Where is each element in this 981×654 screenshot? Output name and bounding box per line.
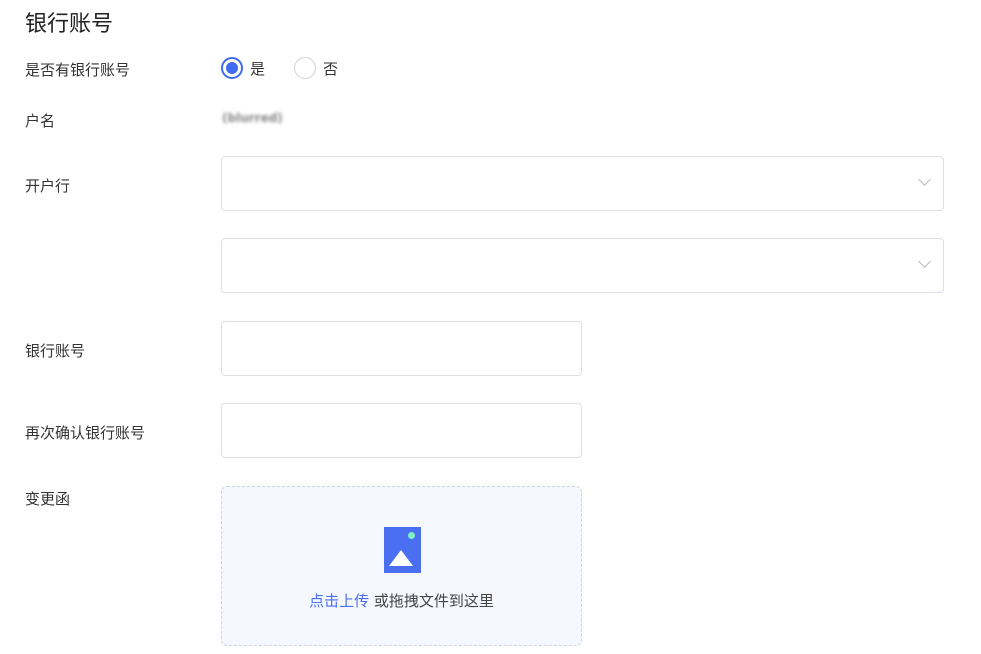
image-icon (384, 527, 421, 573)
upload-link[interactable]: 点击上传 (309, 592, 369, 610)
radio-yes[interactable]: 是 (221, 57, 265, 79)
radio-yes-label: 是 (250, 59, 266, 78)
account-number-label: 银行账号 (25, 342, 86, 360)
radio-no-label: 否 (323, 59, 339, 78)
radio-checked-icon (221, 57, 243, 79)
upload-hint: 或拖拽文件到这里 (373, 592, 494, 610)
account-number-input[interactable] (221, 321, 582, 376)
radio-no[interactable]: 否 (294, 57, 338, 79)
chevron-down-icon (918, 173, 931, 186)
upload-dropzone[interactable]: 点击上传 或拖拽文件到这里 (221, 486, 582, 646)
account-name-value-blurred: (blurred) (222, 111, 283, 125)
radio-unchecked-icon (294, 57, 316, 79)
section-title: 银行账号 (25, 12, 114, 37)
bank-label: 开户行 (25, 177, 71, 195)
confirm-account-label: 再次确认银行账号 (25, 424, 146, 442)
change-letter-label: 变更函 (25, 490, 71, 508)
has-account-label: 是否有银行账号 (25, 61, 131, 79)
confirm-account-input[interactable] (221, 403, 582, 458)
bank-select[interactable] (221, 156, 944, 211)
bank-branch-select[interactable] (221, 238, 944, 293)
account-name-label: 户名 (25, 112, 56, 130)
chevron-down-icon (918, 255, 931, 268)
